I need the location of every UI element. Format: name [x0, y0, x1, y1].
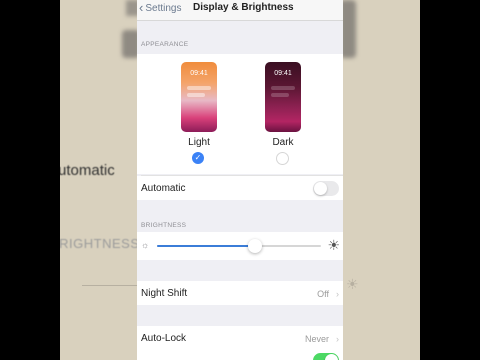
background-brightness-text: BRIGHTNESS: [50, 236, 140, 251]
light-preview-time: 09:41: [190, 70, 208, 77]
night-shift-row[interactable]: Night Shift Off ›: [137, 281, 343, 305]
chevron-right-icon: ›: [336, 289, 339, 299]
background-right: ☀: [340, 0, 420, 360]
brightness-panel: ☼ ☀: [137, 232, 343, 260]
dark-mode-radio[interactable]: [276, 152, 289, 165]
auto-lock-row[interactable]: Auto-Lock Never ›: [137, 326, 343, 360]
background-sun-icon: ☀: [346, 276, 359, 292]
light-mode-preview[interactable]: 09:41: [181, 62, 217, 132]
light-mode-label[interactable]: Light: [169, 137, 229, 148]
night-shift-value: Off: [317, 289, 329, 299]
back-button[interactable]: ‹ Settings: [139, 0, 182, 15]
background-automatic-text: Automatic: [48, 162, 115, 179]
dark-mode-label[interactable]: Dark: [253, 137, 313, 148]
sun-large-icon: ☀: [327, 237, 340, 253]
dark-mode-preview[interactable]: 09:41: [265, 62, 301, 132]
brightness-fill: [157, 245, 256, 247]
page-title: Display & Brightness: [193, 2, 294, 13]
appearance-header: APPEARANCE: [141, 41, 189, 48]
navigation-bar: ‹ Settings Display & Brightness: [137, 0, 343, 21]
phone-screen: ‹ Settings Display & Brightness APPEARAN…: [137, 0, 343, 360]
light-mode-radio[interactable]: ✓: [192, 152, 204, 164]
automatic-label: Automatic: [141, 183, 186, 194]
checkmark-icon: ✓: [194, 153, 202, 162]
sun-small-icon: ☼: [141, 240, 150, 250]
background-divider: [82, 285, 140, 286]
automatic-toggle[interactable]: [313, 181, 339, 196]
appearance-panel: 09:41 Light ✓ 09:41 Dark: [137, 54, 343, 174]
brightness-slider-handle[interactable]: [248, 239, 263, 253]
chevron-right-icon: ›: [336, 334, 339, 344]
brightness-slider[interactable]: [157, 239, 321, 253]
night-shift-label: Night Shift: [141, 288, 188, 299]
dark-preview-time: 09:41: [274, 70, 292, 77]
back-label: Settings: [145, 2, 182, 14]
automatic-row: Automatic: [137, 176, 343, 200]
chevron-left-icon: ‹: [139, 0, 144, 15]
background-left: [60, 0, 140, 360]
next-row-toggle[interactable]: [313, 353, 339, 360]
auto-lock-value: Never: [304, 334, 329, 344]
brightness-header: BRIGHTNESS: [141, 222, 187, 229]
auto-lock-label: Auto-Lock: [141, 333, 187, 344]
video-frame: ☀ Automatic BRIGHTNESS ‹ Settings Displa…: [0, 0, 480, 360]
